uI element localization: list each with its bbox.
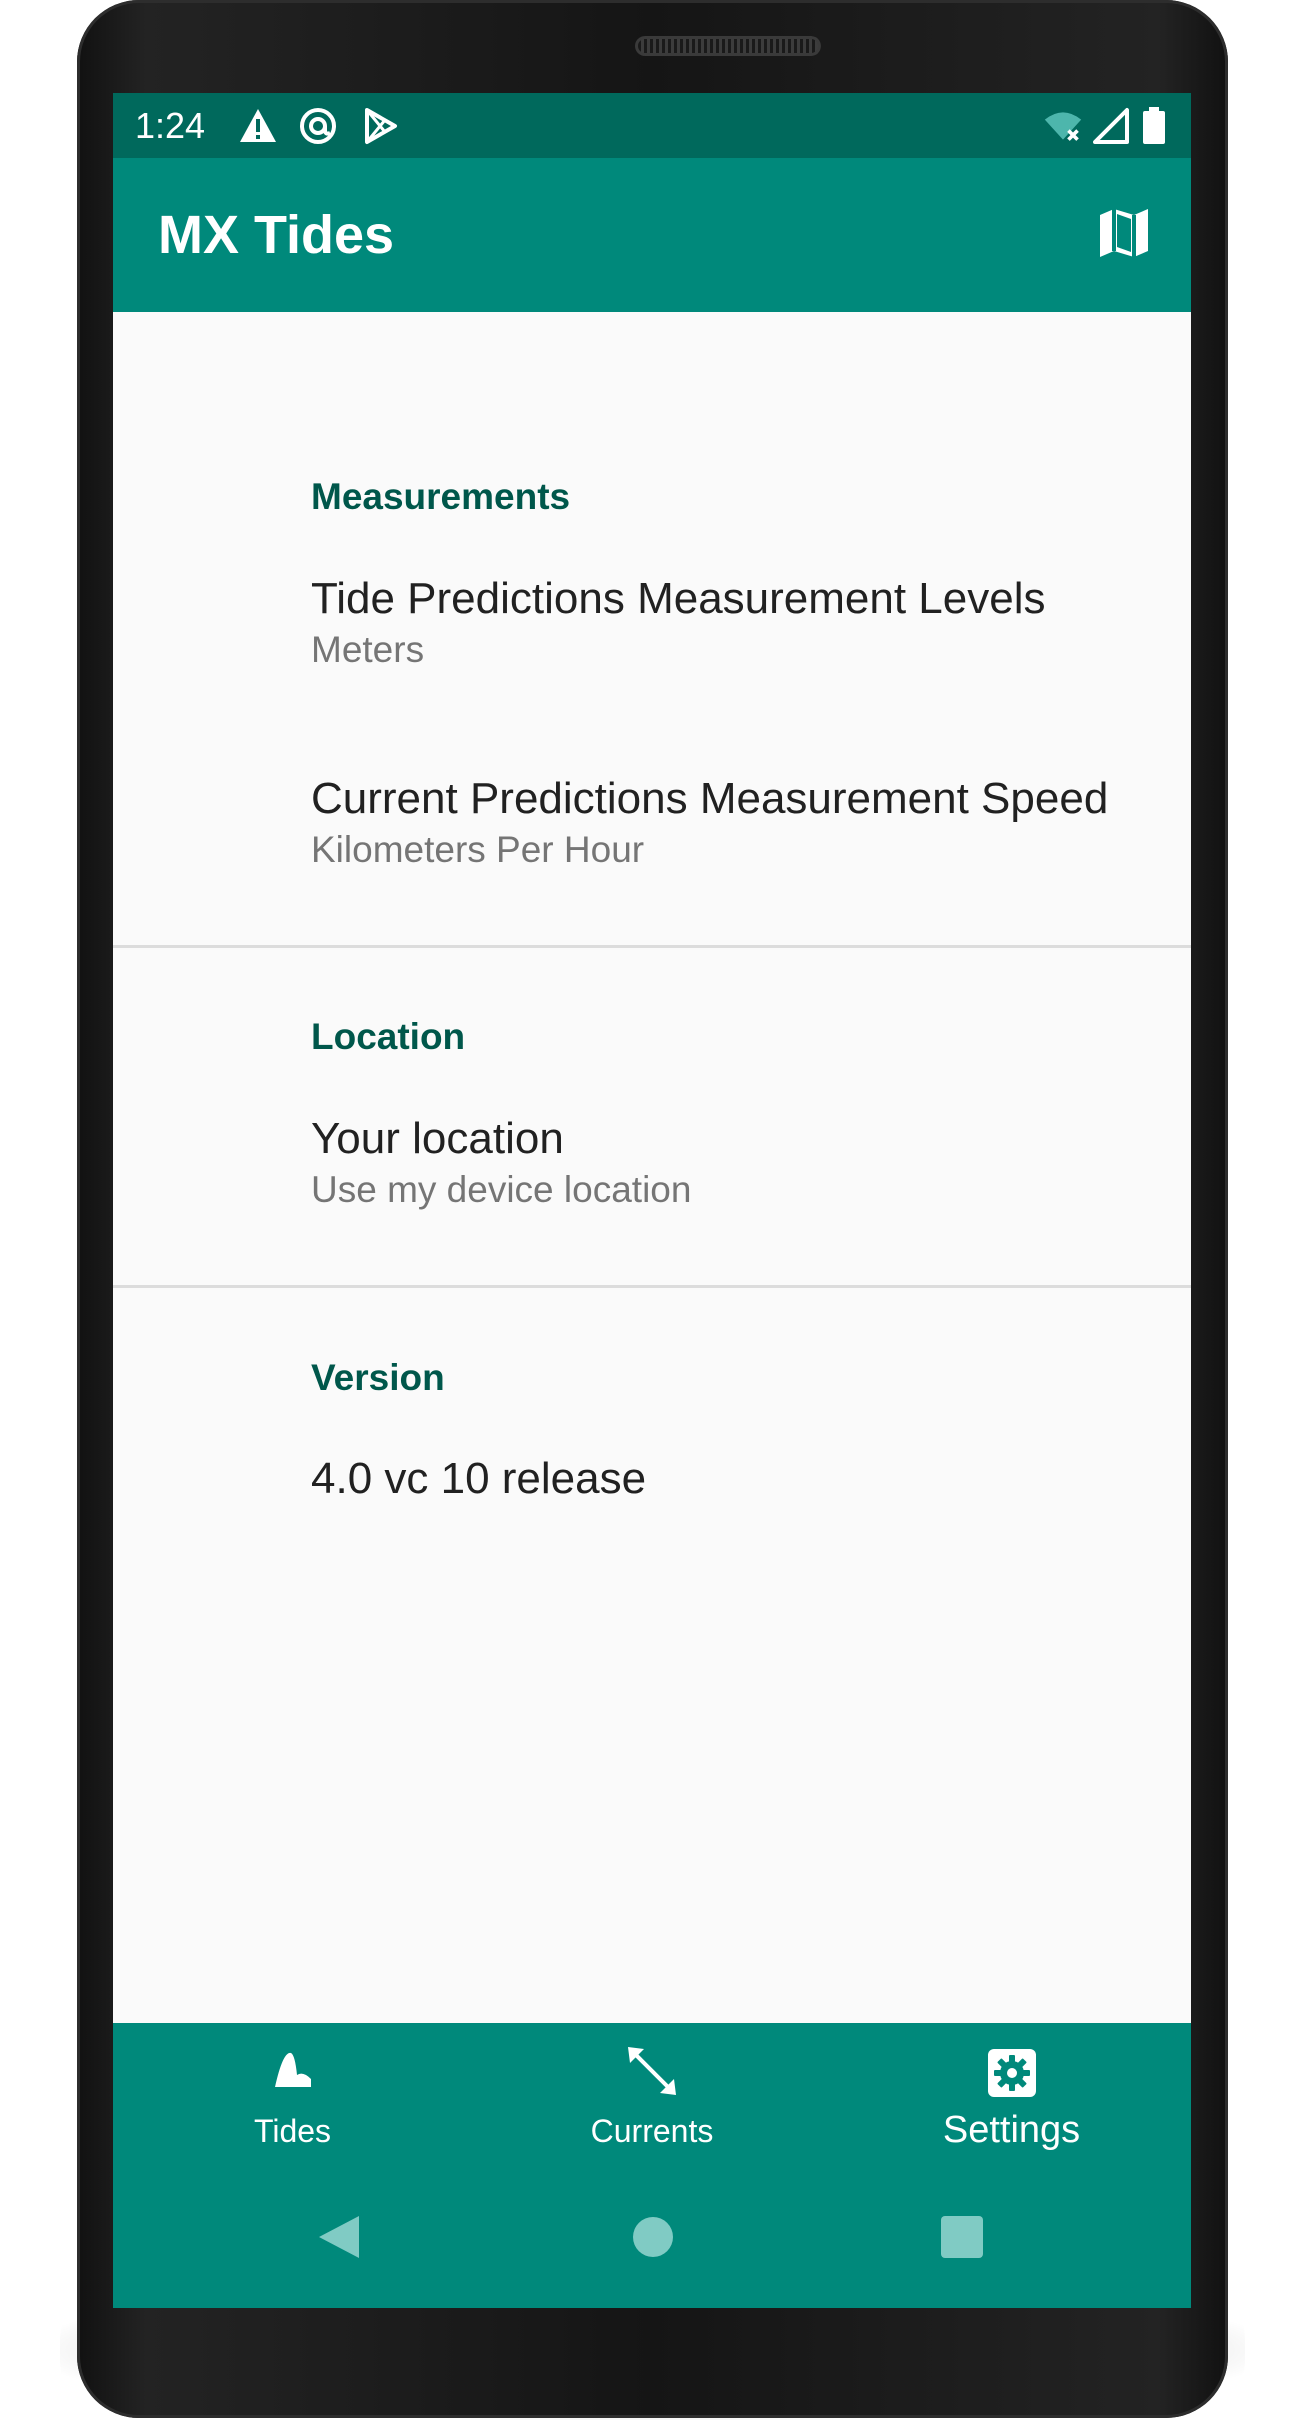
status-bar: 1:24 (113, 93, 1191, 158)
status-time: 1:24 (135, 105, 206, 146)
warning-icon (240, 109, 276, 142)
map-icon[interactable] (1096, 205, 1152, 261)
bottom-navigation: Tides Currents Settings (113, 2023, 1191, 2308)
app-title: MX Tides (158, 205, 395, 265)
pref-summary: Use my device location (311, 1169, 692, 1210)
device-screen: 1:24 MX Tides Measurements Tide Predicti… (113, 93, 1191, 2308)
play-store-icon (365, 108, 397, 144)
earpiece-speaker (635, 36, 821, 56)
pref-your-location[interactable]: Your location Use my device location (113, 1092, 1191, 1227)
pref-tide-measurement-levels[interactable]: Tide Predictions Measurement Levels Mete… (113, 552, 1191, 687)
pref-current-measurement-speed[interactable]: Current Predictions Measurement Speed Ki… (113, 752, 1191, 887)
tide-icon (275, 2052, 311, 2087)
nav-label: Tides (253, 2113, 332, 2149)
pref-title: Current Predictions Measurement Speed (311, 774, 1109, 823)
nav-item-currents[interactable]: Currents (472, 2023, 832, 2173)
pref-title: Tide Predictions Measurement Levels (311, 574, 1046, 623)
nav-label: Settings (942, 2109, 1081, 2151)
recents-icon[interactable] (941, 2216, 983, 2258)
section-divider (113, 945, 1191, 948)
cell-signal-icon (1093, 108, 1129, 144)
battery-icon (1143, 107, 1165, 144)
section-header-location: Location (311, 1016, 466, 1057)
section-divider (113, 1285, 1191, 1288)
currents-arrows-icon (628, 2047, 676, 2095)
version-value: 4.0 vc 10 release (311, 1454, 647, 1503)
pref-title: Your location (311, 1114, 564, 1163)
at-sign-icon (300, 108, 336, 144)
pref-version[interactable]: 4.0 vc 10 release (113, 1432, 1191, 1532)
pref-summary: Meters (311, 629, 425, 670)
back-icon[interactable] (317, 2214, 361, 2260)
section-header-version: Version (311, 1357, 445, 1398)
section-header-measurements: Measurements (311, 476, 571, 517)
nav-item-settings[interactable]: Settings (832, 2023, 1191, 2173)
home-icon[interactable] (632, 2216, 674, 2258)
nav-label: Currents (590, 2113, 714, 2149)
gear-icon (988, 2049, 1036, 2097)
pref-summary: Kilometers Per Hour (311, 829, 645, 870)
nav-item-tides[interactable]: Tides (113, 2023, 472, 2173)
app-bar: MX Tides (113, 158, 1191, 312)
wifi-off-icon (1044, 112, 1082, 141)
